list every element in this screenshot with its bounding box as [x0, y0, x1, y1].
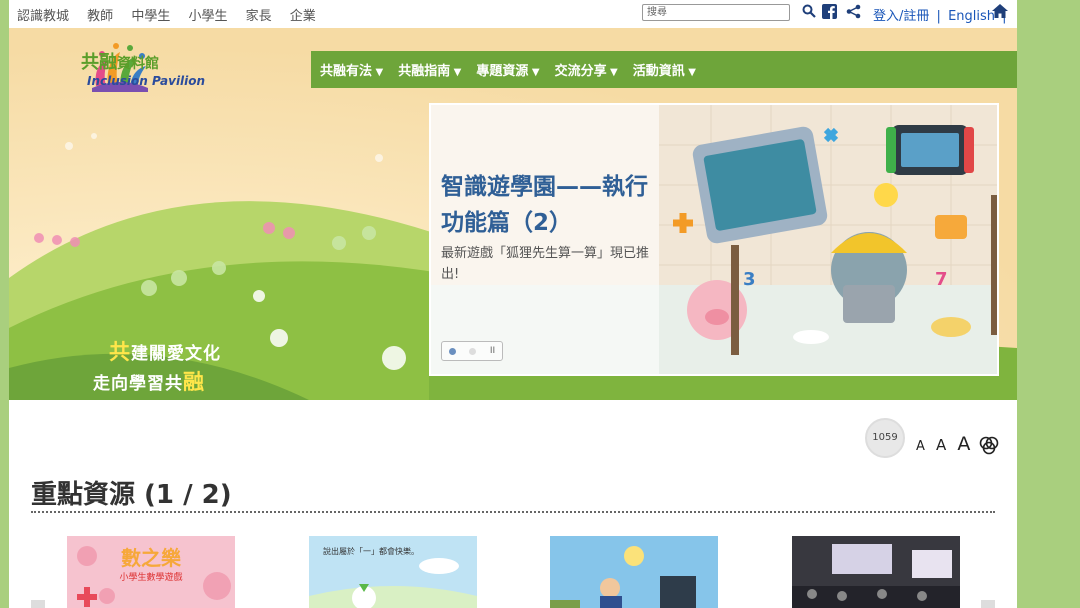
svg-text:7: 7	[935, 269, 948, 290]
audience-link-teacher[interactable]: 教師	[87, 9, 113, 24]
nav-item-guide[interactable]: 共融指南	[398, 60, 461, 79]
slide-caption: 智識遊學園——執行功能篇（2） 最新遊戲「狐狸先生算一算」現已推出! II	[431, 105, 659, 374]
font-small-button[interactable]: A	[916, 439, 925, 454]
section-title: 重點資源 (1 / 2)	[31, 480, 232, 510]
home-icon[interactable]	[991, 3, 1009, 19]
card-title: 說出屬於「一」都會快樂。	[323, 547, 419, 556]
audience-link-enterprise[interactable]: 企業	[290, 9, 316, 24]
card-subtitle: 小學生數學遊戲	[119, 573, 183, 583]
slogan-text: 走向學習共	[93, 374, 183, 394]
visit-counter: 1059	[865, 418, 905, 458]
resource-card[interactable]: 說出屬於「一」都會快樂。	[309, 536, 477, 608]
audience-link-secondary[interactable]: 中學生	[131, 9, 170, 24]
svg-text:3: 3	[743, 269, 756, 290]
nav-item-law[interactable]: 共融有法	[320, 60, 383, 79]
carousel-dot-active[interactable]	[448, 347, 456, 355]
logo-main: 共融	[81, 52, 117, 73]
account-links: 登入/註冊 | English |	[873, 5, 1010, 24]
nav-item-resources[interactable]: 專題資源	[476, 60, 539, 79]
font-size-controls: A A A	[916, 433, 976, 455]
logo-text-cn: 共融資料館	[81, 48, 159, 74]
nav-item-events[interactable]: 活動資訊	[633, 60, 696, 79]
font-large-button[interactable]: A	[957, 433, 970, 455]
card-title: 數之樂	[121, 546, 181, 570]
slide-title[interactable]: 智識遊學園——執行功能篇（2）	[441, 169, 651, 241]
carousel-controls: II	[441, 341, 503, 361]
carousel-slide[interactable]: 3 7 智識遊學園——執行功能篇（2） 最新遊戲「狐狸先生算一算」現已推出! I…	[429, 103, 999, 376]
slide-description: 最新遊戲「狐狸先生算一算」現已推出!	[441, 246, 650, 282]
resource-card[interactable]	[550, 536, 718, 608]
prev-arrow-button[interactable]	[31, 600, 45, 608]
page: 認識教城 教師 中學生 小學生 家長 企業 搜尋 登入/註冊 | English	[9, 0, 1017, 608]
section-divider	[31, 511, 995, 513]
slogan-line-2: 走向學習共融	[93, 366, 205, 396]
audience-link-parent[interactable]: 家長	[246, 9, 272, 24]
search-input[interactable]: 搜尋	[642, 4, 790, 21]
logo-text-en: Inclusion Pavilion	[87, 74, 206, 88]
search-icon[interactable]	[802, 4, 816, 18]
carousel-dot[interactable]	[469, 347, 477, 355]
nav-item-sharing[interactable]: 交流分享	[555, 60, 618, 79]
audience-link-primary[interactable]: 小學生	[188, 9, 227, 24]
logo-sub: 資料館	[117, 56, 159, 72]
login-link[interactable]: 登入/註冊	[873, 9, 929, 24]
resource-card[interactable]	[792, 536, 960, 608]
slogan-highlight: 共	[109, 340, 131, 364]
main-nav: 共融有法 共融指南 專題資源 交流分享 活動資訊	[311, 51, 1017, 88]
resource-card[interactable]: 數之樂 小學生數學遊戲	[67, 536, 235, 608]
separator: |	[936, 9, 941, 24]
next-arrow-button[interactable]	[981, 600, 995, 608]
audience-link-about[interactable]: 認識教城	[17, 9, 69, 24]
share-icon[interactable]	[846, 4, 861, 19]
top-bar: 認識教城 教師 中學生 小學生 家長 企業 搜尋 登入/註冊 | English	[9, 0, 1017, 28]
slogan-line-1: 共建關愛文化	[109, 336, 221, 366]
hero-banner: 共融資料館 Inclusion Pavilion 共融有法 共融指南 專題資源 …	[9, 28, 1017, 400]
facebook-icon[interactable]	[822, 4, 837, 19]
slogan-text: 建關愛文化	[131, 344, 221, 364]
english-link[interactable]: English	[948, 9, 995, 24]
pause-button[interactable]: II	[490, 346, 495, 356]
contrast-icon[interactable]	[979, 435, 999, 455]
audience-links: 認識教城 教師 中學生 小學生 家長 企業	[17, 5, 330, 24]
card-thumbnail	[550, 536, 718, 608]
slogan-highlight: 融	[183, 370, 205, 394]
card-thumbnail	[792, 536, 960, 608]
font-medium-button[interactable]: A	[936, 436, 946, 454]
